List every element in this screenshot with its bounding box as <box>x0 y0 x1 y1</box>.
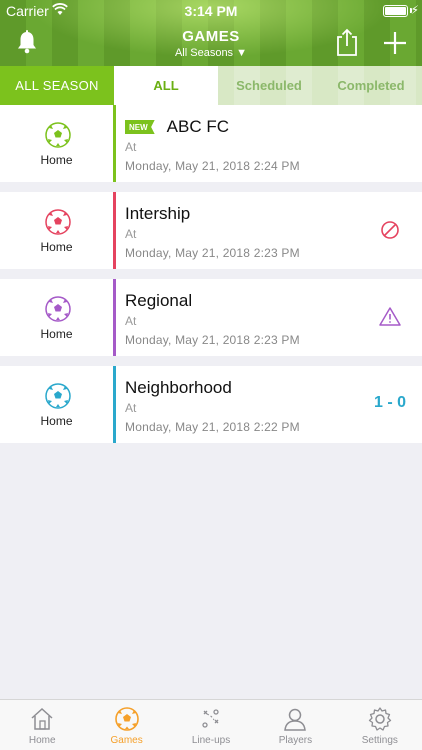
game-details: Intership At Monday, May 21, 2018 2:23 P… <box>125 192 365 269</box>
new-badge: NEW <box>125 120 155 134</box>
clock: 3:14 PM <box>184 3 238 19</box>
soccer-ball-icon <box>45 383 71 409</box>
nav-games[interactable]: Games <box>84 700 168 750</box>
game-card[interactable]: Home Neighborhood At Monday, May 21, 201… <box>0 366 422 443</box>
add-game-icon[interactable] <box>383 31 407 55</box>
nav-label: Settings <box>361 735 398 746</box>
soccer-ball-icon <box>114 707 139 731</box>
home-icon <box>31 707 53 730</box>
bottom-tab-bar: Home Games Line-ups Players Settings <box>0 699 422 750</box>
nav-label: Home <box>28 735 56 746</box>
tab-all-season[interactable]: ALL SEASON <box>0 66 114 105</box>
venue-label: Home <box>40 327 73 341</box>
player-icon <box>284 708 307 731</box>
nav-label: Players <box>278 735 313 746</box>
team-color-stripe <box>113 192 116 269</box>
game-details: Neighborhood At Monday, May 21, 2018 2:2… <box>125 366 365 443</box>
game-location: At <box>125 140 137 154</box>
nav-label: Line-ups <box>191 735 231 746</box>
battery-icon <box>383 5 408 17</box>
game-location: At <box>125 314 137 328</box>
game-card[interactable]: Home NEW ABC FC At Monday, May 21, 2018 … <box>0 105 422 182</box>
team-color-stripe <box>113 366 116 443</box>
venue-label: Home <box>40 240 73 254</box>
gear-icon <box>368 707 391 731</box>
cancelled-icon <box>381 221 399 239</box>
lineup-icon <box>202 709 219 728</box>
game-details: Regional At Monday, May 21, 2018 2:23 PM <box>125 279 365 356</box>
game-datetime: Monday, May 21, 2018 2:23 PM <box>125 333 300 347</box>
soccer-ball-icon <box>45 209 71 235</box>
venue-block: Home <box>0 279 113 356</box>
tab-scheduled[interactable]: Scheduled <box>218 66 320 105</box>
soccer-ball-icon <box>45 122 71 148</box>
game-name: ABC FC <box>166 117 230 136</box>
venue-block: Home <box>0 192 113 269</box>
nav-settings[interactable]: Settings <box>338 700 422 750</box>
nav-players[interactable]: Players <box>253 700 337 750</box>
soccer-ball-icon <box>45 296 71 322</box>
game-filter-tabs: ALL SEASON ALL Scheduled Completed <box>0 66 422 105</box>
venue-label: Home <box>40 153 73 167</box>
game-datetime: Monday, May 21, 2018 2:23 PM <box>125 246 300 260</box>
venue-label: Home <box>40 414 73 428</box>
venue-block: Home <box>0 105 113 182</box>
charging-icon: ⚡ <box>410 3 419 17</box>
tab-all[interactable]: ALL <box>114 66 218 105</box>
warning-icon <box>379 307 401 326</box>
nav-home[interactable]: Home <box>0 700 84 750</box>
nav-lineups[interactable]: Line-ups <box>169 700 253 750</box>
game-card[interactable]: Home Intership At Monday, May 21, 2018 2… <box>0 192 422 269</box>
venue-block: Home <box>0 366 113 443</box>
game-location: At <box>125 401 137 415</box>
game-score: 1 - 0 <box>373 394 406 411</box>
game-name: Intership <box>125 204 191 223</box>
nav-label: Games <box>110 735 143 746</box>
app-header: Carrier 3:14 PM ⚡ GAMES All Seasons ▼ <box>0 0 422 66</box>
game-datetime: Monday, May 21, 2018 2:24 PM <box>125 159 300 173</box>
share-icon[interactable] <box>335 28 359 56</box>
game-datetime: Monday, May 21, 2018 2:22 PM <box>125 420 300 434</box>
game-details: NEW ABC FC At Monday, May 21, 2018 2:24 … <box>125 105 365 182</box>
tab-completed[interactable]: Completed <box>320 66 422 105</box>
game-name: Neighborhood <box>125 378 232 397</box>
game-name: Regional <box>125 291 193 310</box>
game-card[interactable]: Home Regional At Monday, May 21, 2018 2:… <box>0 279 422 356</box>
team-color-stripe <box>113 279 116 356</box>
team-color-stripe <box>113 105 116 182</box>
status-bar: Carrier 3:14 PM ⚡ <box>0 0 422 22</box>
game-location: At <box>125 227 137 241</box>
